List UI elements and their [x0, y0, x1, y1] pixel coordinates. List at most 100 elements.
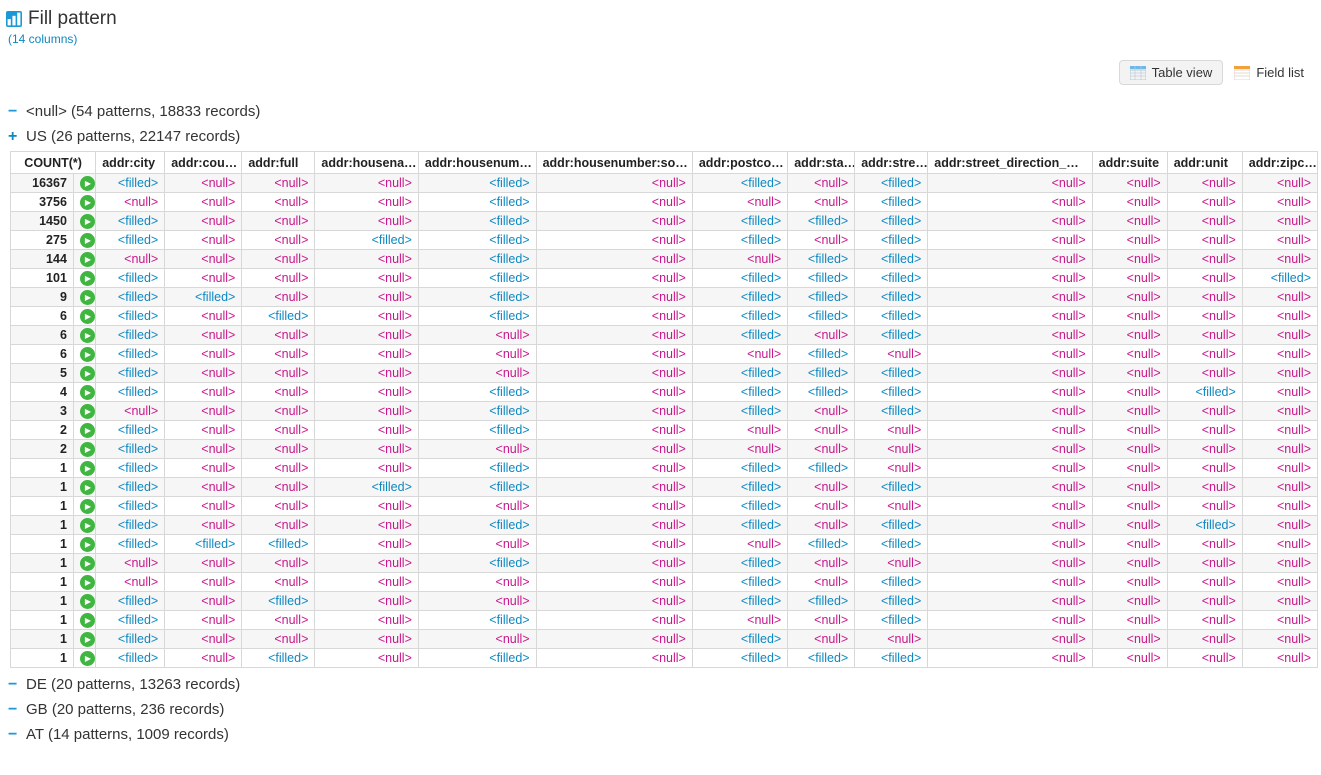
table-row[interactable]: 1<filled><null><null><null><filled><null… [11, 611, 1318, 630]
null-cell: <null> [165, 326, 242, 345]
play-icon[interactable] [80, 518, 95, 533]
null-cell: <null> [315, 649, 419, 668]
filled-cell: <filled> [855, 269, 928, 288]
null-cell: <null> [165, 440, 242, 459]
play-icon[interactable] [80, 195, 95, 210]
null-cell: <null> [788, 421, 855, 440]
table-row[interactable]: 3<null><null><null><null><filled><null><… [11, 402, 1318, 421]
table-row[interactable]: 275<filled><null><null><filled><filled><… [11, 231, 1318, 250]
col-header[interactable]: addr:unit [1167, 152, 1242, 174]
filled-cell: <filled> [788, 269, 855, 288]
group-header-null[interactable]: −<null> (54 patterns, 18833 records) [6, 99, 1315, 124]
columns-count-link[interactable]: (14 columns) [8, 32, 1315, 46]
play-icon[interactable] [80, 176, 95, 191]
play-icon[interactable] [80, 328, 95, 343]
play-icon[interactable] [80, 423, 95, 438]
table-view-button[interactable]: Table view [1119, 60, 1224, 85]
play-icon[interactable] [80, 613, 95, 628]
table-row[interactable]: 3756<null><null><null><null><filled><nul… [11, 193, 1318, 212]
null-cell: <null> [692, 345, 787, 364]
run-cell [73, 364, 95, 383]
table-row[interactable]: 1<filled><null><null><null><filled><null… [11, 516, 1318, 535]
table-row[interactable]: 1<filled><null><null><null><filled><null… [11, 459, 1318, 478]
filled-cell: <filled> [692, 497, 787, 516]
play-icon[interactable] [80, 271, 95, 286]
table-row[interactable]: 1<null><null><null><null><null><null><fi… [11, 573, 1318, 592]
table-row[interactable]: 9<filled><filled><null><null><filled><nu… [11, 288, 1318, 307]
play-icon[interactable] [80, 632, 95, 647]
play-icon[interactable] [80, 347, 95, 362]
null-cell: <null> [536, 440, 692, 459]
table-row[interactable]: 6<filled><null><null><null><null><null><… [11, 326, 1318, 345]
col-header[interactable]: addr:housenumber:so… [536, 152, 692, 174]
play-icon[interactable] [80, 233, 95, 248]
play-icon[interactable] [80, 252, 95, 267]
table-row[interactable]: 1<filled><null><null><null><null><null><… [11, 497, 1318, 516]
play-icon[interactable] [80, 480, 95, 495]
filled-cell: <filled> [418, 212, 536, 231]
field-list-button[interactable]: Field list [1223, 60, 1315, 85]
col-header[interactable]: addr:cou… [165, 152, 242, 174]
table-row[interactable]: 1<filled><filled><filled><null><null><nu… [11, 535, 1318, 554]
null-cell: <null> [855, 554, 928, 573]
table-row[interactable]: 1450<filled><null><null><null><filled><n… [11, 212, 1318, 231]
group-header-DE[interactable]: −DE (20 patterns, 13263 records) [6, 672, 1315, 697]
col-header[interactable]: addr:suite [1092, 152, 1167, 174]
play-icon[interactable] [80, 651, 95, 666]
group-header-AT[interactable]: −AT (14 patterns, 1009 records) [6, 722, 1315, 747]
table-row[interactable]: 1<filled><null><null><filled><filled><nu… [11, 478, 1318, 497]
filled-cell: <filled> [855, 383, 928, 402]
group-header-US[interactable]: +US (26 patterns, 22147 records) [6, 124, 1315, 149]
col-header[interactable]: addr:full [242, 152, 315, 174]
play-icon[interactable] [80, 461, 95, 476]
table-row[interactable]: 1<filled><null><filled><null><null><null… [11, 592, 1318, 611]
null-cell: <null> [165, 269, 242, 288]
null-cell: <null> [1242, 383, 1317, 402]
null-cell: <null> [928, 459, 1092, 478]
col-header[interactable]: addr:housena… [315, 152, 419, 174]
play-icon[interactable] [80, 594, 95, 609]
play-icon[interactable] [80, 537, 95, 552]
play-icon[interactable] [80, 442, 95, 457]
table-row[interactable]: 1<filled><null><null><null><null><null><… [11, 630, 1318, 649]
play-icon[interactable] [80, 214, 95, 229]
table-row[interactable]: 144<null><null><null><null><filled><null… [11, 250, 1318, 269]
filled-cell: <filled> [242, 592, 315, 611]
table-row[interactable]: 2<filled><null><null><null><filled><null… [11, 421, 1318, 440]
null-cell: <null> [1242, 231, 1317, 250]
play-icon[interactable] [80, 290, 95, 305]
col-header[interactable]: addr:zipc… [1242, 152, 1317, 174]
table-row[interactable]: 6<filled><null><filled><null><filled><nu… [11, 307, 1318, 326]
null-cell: <null> [928, 535, 1092, 554]
play-icon[interactable] [80, 575, 95, 590]
group-header-GB[interactable]: −GB (20 patterns, 236 records) [6, 697, 1315, 722]
play-icon[interactable] [80, 309, 95, 324]
table-row[interactable]: 1<filled><null><filled><null><filled><nu… [11, 649, 1318, 668]
col-header[interactable]: addr:stre… [855, 152, 928, 174]
col-header[interactable]: addr:city [96, 152, 165, 174]
table-row[interactable]: 101<filled><null><null><null><filled><nu… [11, 269, 1318, 288]
table-row[interactable]: 1<null><null><null><null><filled><null><… [11, 554, 1318, 573]
play-icon[interactable] [80, 556, 95, 571]
null-cell: <null> [315, 630, 419, 649]
filled-cell: <filled> [96, 535, 165, 554]
table-row[interactable]: 16367<filled><null><null><null><filled><… [11, 174, 1318, 193]
col-header[interactable]: addr:street_direction_… [928, 152, 1092, 174]
null-cell: <null> [315, 269, 419, 288]
table-row[interactable]: 6<filled><null><null><null><null><null><… [11, 345, 1318, 364]
view-toolbar: Table view Field list [6, 60, 1315, 85]
play-icon[interactable] [80, 385, 95, 400]
null-cell: <null> [928, 611, 1092, 630]
col-header-count[interactable]: COUNT(*) [11, 152, 96, 174]
col-header[interactable]: addr:sta… [788, 152, 855, 174]
col-header[interactable]: addr:housenum… [418, 152, 536, 174]
play-icon[interactable] [80, 404, 95, 419]
filled-cell: <filled> [96, 649, 165, 668]
table-row[interactable]: 5<filled><null><null><null><null><null><… [11, 364, 1318, 383]
table-row[interactable]: 4<filled><null><null><null><filled><null… [11, 383, 1318, 402]
col-header[interactable]: addr:postco… [692, 152, 787, 174]
play-icon[interactable] [80, 366, 95, 381]
filled-cell: <filled> [418, 307, 536, 326]
play-icon[interactable] [80, 499, 95, 514]
table-row[interactable]: 2<filled><null><null><null><null><null><… [11, 440, 1318, 459]
